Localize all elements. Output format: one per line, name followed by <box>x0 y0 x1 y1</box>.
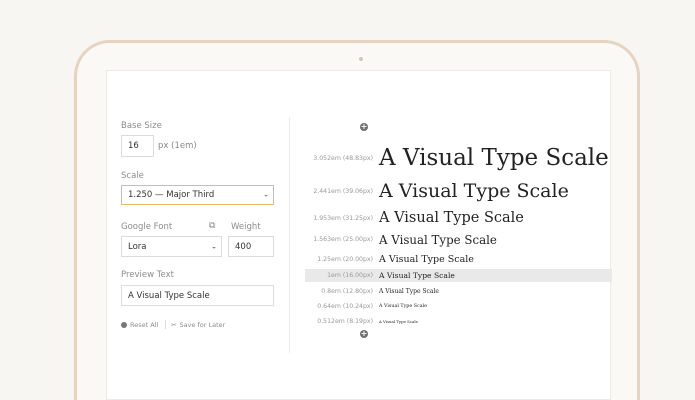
scale-row-em: 1.25em (20.00px) <box>317 255 373 263</box>
scale-row[interactable]: 2.441em (39.06px) A Visual Type Scale <box>305 177 612 205</box>
reset-icon <box>121 322 127 328</box>
chevron-down-icon: ⌄ <box>211 242 217 251</box>
scale-row-em: 3.052em (48.83px) <box>313 154 373 162</box>
scale-row-em: 2.441em (39.06px) <box>313 187 373 195</box>
base-size-value: 16 <box>128 141 139 151</box>
scale-row[interactable]: 0.512em (8.19px) A Visual Type Scale <box>305 315 612 327</box>
base-size-input[interactable]: 16 <box>121 135 154 157</box>
google-font-select[interactable]: Lora ⌄ <box>121 236 222 257</box>
scale-row-sample: A Visual Type Scale <box>379 145 609 171</box>
reset-all-button[interactable]: Reset All <box>121 321 158 329</box>
base-size-label: Base Size <box>121 121 162 131</box>
scale-row-sample: A Visual Type Scale <box>379 232 497 247</box>
scale-row-em: 0.64em (10.24px) <box>317 302 373 310</box>
scale-row-sample: A Visual Type Scale <box>379 287 439 295</box>
scale-row[interactable]: 0.8em (12.80px) A Visual Type Scale <box>305 285 612 297</box>
scale-row-em: 1em (16.00px) <box>327 272 373 279</box>
action-divider <box>165 320 166 329</box>
scale-row-em: 1.953em (31.25px) <box>313 214 373 222</box>
plus-circle-icon[interactable]: + <box>360 123 368 131</box>
app-screen: Base Size 16 px (1em) Scale 1.250 — Majo… <box>106 70 612 400</box>
preview-text-input[interactable]: A Visual Type Scale <box>121 285 274 306</box>
google-font-label: Google Font <box>121 222 173 232</box>
preview-text-value: A Visual Type Scale <box>128 290 210 301</box>
google-font-value: Lora <box>128 241 147 252</box>
weight-value: 400 <box>235 241 252 252</box>
scale-row-em: 0.512em (8.19px) <box>317 317 373 325</box>
scale-selected-value: 1.250 — Major Third <box>128 190 215 200</box>
scale-row-em: 1.563em (25.00px) <box>313 236 373 243</box>
scale-select[interactable]: 1.250 — Major Third ⌄ <box>121 185 274 205</box>
weight-label: Weight <box>231 222 261 232</box>
external-link-icon[interactable]: ⧉ <box>209 221 215 231</box>
scale-row[interactable]: 1.563em (25.00px) A Visual Type Scale <box>305 230 612 249</box>
laptop-frame: Base Size 16 px (1em) Scale 1.250 — Majo… <box>74 40 640 400</box>
scale-row-sample: A Visual Type Scale <box>379 303 427 309</box>
scale-row-sample: A Visual Type Scale <box>379 253 474 265</box>
scale-row-sample: A Visual Type Scale <box>379 180 569 202</box>
scale-row-sample: A Visual Type Scale <box>379 318 418 324</box>
chevron-down-icon: ⌄ <box>263 190 269 199</box>
save-for-later-button[interactable]: ✂ Save for Later <box>171 321 225 329</box>
bookmark-icon: ✂ <box>171 321 177 329</box>
scale-row-em: 0.8em (12.80px) <box>321 287 373 295</box>
scale-label: Scale <box>121 171 144 181</box>
scale-row[interactable]: 1.953em (31.25px) A Visual Type Scale <box>305 207 612 229</box>
scale-row-base[interactable]: 1em (16.00px) A Visual Type Scale <box>305 269 612 282</box>
scale-row-sample: A Visual Type Scale <box>379 210 524 226</box>
scale-row[interactable]: 0.64em (10.24px) A Visual Type Scale <box>305 300 612 312</box>
preview-text-label: Preview Text <box>121 270 174 280</box>
reset-all-label: Reset All <box>130 321 159 329</box>
panel-divider <box>289 117 290 353</box>
scale-row[interactable]: 1.25em (20.00px) A Visual Type Scale <box>305 251 612 267</box>
plus-circle-icon[interactable]: + <box>360 330 368 338</box>
save-for-later-label: Save for Later <box>179 321 226 329</box>
weight-input[interactable]: 400 <box>228 236 274 257</box>
scale-row[interactable]: 3.052em (48.83px) A Visual Type Scale <box>305 141 612 175</box>
base-size-unit: px (1em) <box>158 141 197 151</box>
camera-dot <box>359 57 363 61</box>
scale-row-sample: A Visual Type Scale <box>379 271 455 280</box>
